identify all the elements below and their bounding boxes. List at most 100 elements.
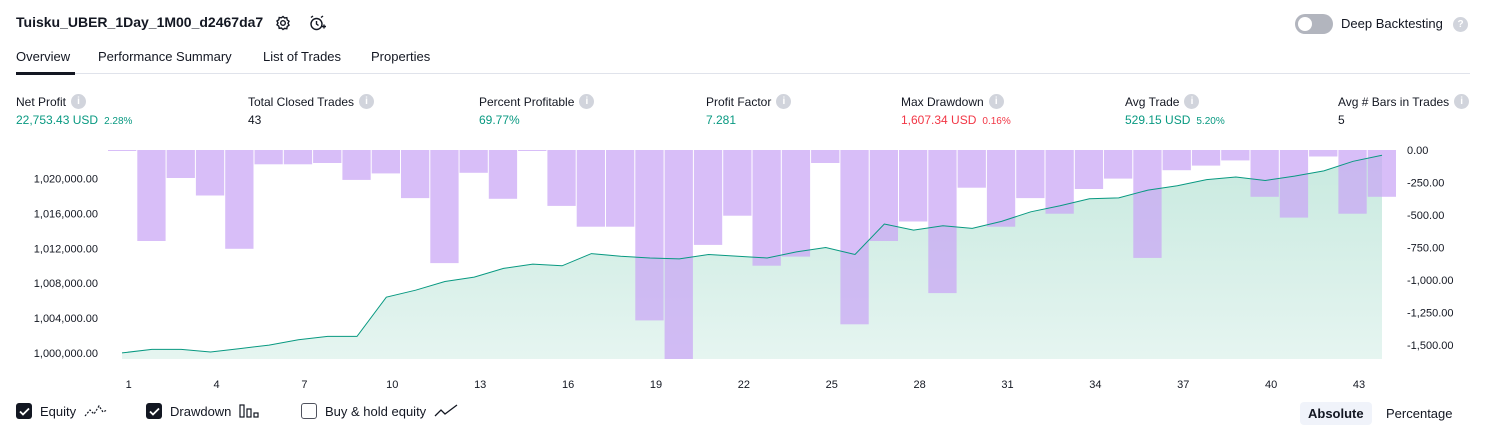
x-axis-tick: 1 [126, 379, 132, 391]
metric-value: 1,607.34 USD [901, 113, 977, 127]
equity-checkbox[interactable] [16, 403, 32, 419]
info-icon[interactable]: i [1454, 94, 1470, 109]
metric-net-profit: Net Profit i 22,753.43 USD 2.28% [16, 94, 132, 127]
drawdown-bar [195, 150, 225, 196]
right-axis-tick: -1,000.00 [1407, 275, 1453, 287]
x-axis-tick: 7 [301, 379, 307, 391]
drawdown-bar [928, 150, 957, 294]
equity-line-icon [84, 404, 108, 417]
left-axis-tick: 1,008,000.00 [34, 278, 98, 290]
tab-list-of-trades[interactable]: List of Trades [263, 49, 341, 64]
drawdown-bar [1221, 150, 1250, 161]
x-axis-tick: 4 [213, 379, 219, 391]
left-axis-tick: 1,004,000.00 [34, 313, 98, 325]
active-tab-indicator [16, 72, 75, 75]
tab-performance-summary[interactable]: Performance Summary [98, 49, 232, 64]
legend-buy-hold-label: Buy & hold equity [325, 403, 427, 419]
tab-properties[interactable]: Properties [371, 49, 430, 64]
drawdown-bar [371, 150, 400, 174]
drawdown-bar [547, 150, 576, 206]
info-icon[interactable]: i [71, 94, 87, 109]
x-axis-tick: 40 [1265, 379, 1277, 391]
metric-label: Net Profit [16, 94, 67, 109]
info-icon[interactable]: i [359, 94, 375, 109]
metric-avg-bars-in-trades: Avg # Bars in Trades i 5 [1338, 94, 1470, 127]
drawdown-bar [137, 150, 166, 241]
metric-value: 529.15 USD [1125, 113, 1191, 127]
drawdown-bar [313, 150, 342, 163]
x-axis-tick: 28 [914, 379, 926, 391]
add-alert-icon[interactable] [307, 13, 327, 33]
metric-percent: 5.20% [1196, 116, 1225, 127]
tab-overview[interactable]: Overview [16, 49, 70, 64]
tabs-divider [16, 73, 1470, 74]
legend-buy-hold[interactable]: Buy & hold equity [301, 403, 458, 419]
metric-value: 43 [248, 113, 262, 127]
legend-equity[interactable]: Equity [16, 403, 108, 419]
metric-label: Avg # Bars in Trades [1338, 94, 1450, 109]
strategy-title: Tuisku_UBER_1Day_1M00_d2467da7 [16, 14, 264, 30]
left-axis-tick: 1,020,000.00 [34, 174, 98, 186]
x-axis-tick: 10 [386, 379, 398, 391]
metric-avg-trade: Avg Trade i 529.15 USD 5.20% [1125, 94, 1225, 127]
x-axis-tick: 43 [1353, 379, 1365, 391]
drawdown-bar [899, 150, 928, 222]
deep-backtesting-label: Deep Backtesting [1341, 16, 1443, 31]
drawdown-bar [518, 150, 547, 151]
info-icon[interactable]: i [1184, 94, 1200, 109]
metric-value: 5 [1338, 113, 1345, 127]
drawdown-bar [401, 150, 430, 199]
absolute-toggle[interactable]: Absolute [1300, 402, 1372, 425]
drawdown-bar [1279, 150, 1309, 218]
drawdown-bar [1074, 150, 1104, 189]
metric-label: Profit Factor [706, 94, 772, 109]
drawdown-bar [693, 150, 723, 245]
buy-hold-checkbox[interactable] [301, 403, 317, 419]
help-icon[interactable]: ? [1453, 17, 1468, 32]
right-axis-tick: -1,250.00 [1407, 308, 1453, 320]
metric-percent-profitable: Percent Profitable i 69.77% [479, 94, 595, 127]
drawdown-bar [1250, 150, 1279, 197]
buy-hold-line-icon [434, 404, 458, 417]
percentage-toggle[interactable]: Percentage [1378, 402, 1461, 425]
metric-label: Total Closed Trades [248, 94, 355, 109]
drawdown-bar [752, 150, 781, 266]
info-icon[interactable]: i [579, 94, 595, 109]
metric-label: Max Drawdown [901, 94, 984, 109]
x-axis-tick: 16 [562, 379, 574, 391]
drawdown-bar [957, 150, 986, 188]
metric-label: Percent Profitable [479, 94, 575, 109]
right-axis-tick: -250.00 [1407, 178, 1444, 190]
drawdown-bar [811, 150, 840, 163]
drawdown-bar [840, 150, 869, 325]
metric-max-drawdown: Max Drawdown i 1,607.34 USD 0.16% [901, 94, 1011, 127]
toggle-knob [1298, 17, 1312, 31]
legend-equity-label: Equity [40, 403, 77, 419]
metric-profit-factor: Profit Factor i 7.281 [706, 94, 792, 127]
legend-drawdown-label: Drawdown [170, 403, 232, 419]
info-icon[interactable]: i [776, 94, 792, 109]
drawdown-bars-icon [239, 404, 260, 418]
drawdown-bar [1133, 150, 1162, 258]
metric-percent: 2.28% [104, 116, 133, 127]
left-axis-tick: 1,016,000.00 [34, 209, 98, 221]
metric-percent: 0.16% [982, 116, 1011, 127]
x-axis-tick: 19 [650, 379, 662, 391]
deep-backtesting-toggle[interactable] [1295, 14, 1333, 34]
settings-icon[interactable] [273, 13, 293, 33]
legend-drawdown[interactable]: Drawdown [146, 403, 260, 419]
right-axis-tick: -500.00 [1407, 210, 1444, 222]
drawdown-bar [1162, 150, 1191, 171]
left-axis-tick: 1,012,000.00 [34, 243, 98, 255]
right-axis-tick: 0.00 [1407, 145, 1428, 157]
drawdown-bar [225, 150, 254, 249]
drawdown-bar [488, 150, 518, 199]
drawdown-bar [1045, 150, 1074, 214]
drawdown-checkbox[interactable] [146, 403, 162, 419]
drawdown-bar [723, 150, 752, 216]
right-axis-tick: -750.00 [1407, 243, 1444, 255]
left-axis-tick: 1,000,000.00 [34, 348, 98, 360]
drawdown-bar [664, 150, 693, 359]
x-axis-tick: 13 [474, 379, 486, 391]
info-icon[interactable]: i [988, 94, 1004, 109]
